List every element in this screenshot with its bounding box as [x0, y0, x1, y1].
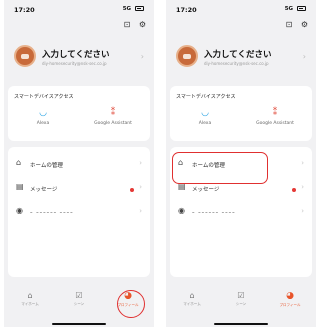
scan-icon[interactable]: ⊡	[124, 20, 131, 29]
profile-name: 入力してください	[42, 50, 110, 60]
tab-label: マイホーム	[183, 302, 201, 306]
tab-label: シーン	[73, 302, 85, 306]
scan-icon[interactable]: ⊡	[286, 20, 293, 29]
chevron-right-icon: ›	[139, 183, 142, 191]
alexa-icon: ◡	[39, 108, 47, 118]
eye-icon: ◉	[178, 206, 185, 215]
profile-tab-highlight-circle	[117, 290, 145, 318]
home-tab-icon: ⌂	[27, 291, 33, 300]
scene-tab-icon: ☑	[237, 291, 245, 300]
top-icons: ⊡ ⚙	[280, 20, 308, 29]
google-assistant-label: Google Assistant	[94, 121, 132, 126]
status-bar: 17:20 5G	[174, 4, 308, 16]
unread-dot	[292, 188, 296, 192]
status-signal: 5G	[285, 6, 306, 12]
google-assistant-item[interactable]: ⁑ Google Assistant	[88, 108, 138, 126]
scene-tab-icon: ☑	[75, 291, 83, 300]
settings-icon[interactable]: ⚙	[139, 20, 146, 29]
chevron-right-icon: ›	[139, 207, 142, 215]
alexa-label: Alexa	[36, 121, 50, 126]
phone-screen-right: 17:20 5G ⊡ ⚙ 入力してください diy-homesecurity@n…	[166, 0, 316, 327]
status-bar: 17:20 5G	[12, 4, 146, 16]
home-icon: ⌂	[16, 158, 22, 167]
menu-item-label: ｰ ｰｰｰｰｰｰ ｰｰｰｰ	[30, 210, 74, 216]
tab-label: シーン	[235, 302, 247, 306]
tab-profile[interactable]: ◕ プロフィール	[270, 291, 310, 308]
card-title: スマートデバイスアクセス	[14, 94, 74, 100]
profile-header[interactable]: 入力してください diy-homesecurity@nsk-sec.co.jp …	[14, 42, 146, 72]
chevron-right-icon: ›	[139, 159, 142, 167]
message-icon: ▤	[16, 182, 24, 191]
signal-label: 5G	[284, 6, 294, 12]
home-tab-icon: ⌂	[189, 291, 195, 300]
menu-card: ⌂ ホームの管理 › ▤ メッセージ › ◉ ｰ ｰｰｰｰｰｰ ｰｰｰｰ ›	[8, 147, 150, 277]
signal-label: 5G	[122, 6, 132, 12]
menu-item-label: メッセージ	[30, 187, 58, 193]
tab-bar: ⌂ マイホーム ☑ シーン ◕ プロフィール	[166, 291, 316, 317]
chevron-right-icon: ›	[301, 183, 304, 191]
tab-scene[interactable]: ☑ シーン	[59, 291, 99, 307]
tab-home[interactable]: ⌂ マイホーム	[10, 291, 50, 307]
tab-label: プロフィール	[279, 303, 301, 307]
tab-scene[interactable]: ☑ シーン	[221, 291, 261, 307]
profile-email: diy-homesecurity@nsk-sec.co.jp	[42, 61, 107, 66]
top-icons: ⊡ ⚙	[118, 20, 146, 29]
avatar	[176, 45, 198, 67]
menu-item-messages[interactable]: ▤ メッセージ ›	[8, 177, 150, 201]
menu-item-label: メッセージ	[192, 187, 220, 193]
home-management-highlight-box	[172, 152, 268, 184]
battery-icon	[135, 6, 144, 11]
tab-label: マイホーム	[21, 302, 39, 306]
google-assistant-icon: ⁑	[272, 108, 278, 118]
profile-email: diy-homesecurity@nsk-sec.co.jp	[204, 61, 269, 66]
profile-tab-icon: ◕	[286, 291, 294, 301]
status-time: 17:20	[176, 6, 197, 14]
home-indicator	[52, 322, 106, 325]
chevron-right-icon: ›	[301, 207, 304, 215]
alexa-label: Alexa	[198, 121, 212, 126]
smart-device-access-card: スマートデバイスアクセス ◡ Alexa ⁑ Google Assistant	[170, 86, 312, 141]
menu-item-label: ホームの管理	[30, 163, 63, 169]
home-indicator	[214, 322, 268, 325]
chevron-right-icon: ›	[301, 159, 304, 167]
card-title: スマートデバイスアクセス	[176, 94, 236, 100]
tab-home[interactable]: ⌂ マイホーム	[172, 291, 212, 307]
phone-screen-left: 17:20 5G ⊡ ⚙ 入力してください diy-homesecurity@n…	[4, 0, 154, 327]
eye-icon: ◉	[16, 206, 23, 215]
menu-item-label: ｰ ｰｰｰｰｰｰ ｰｰｰｰ	[192, 210, 236, 216]
smart-device-access-card: スマートデバイスアクセス ◡ Alexa ⁑ Google Assistant	[8, 86, 150, 141]
profile-name: 入力してください	[204, 50, 272, 60]
unread-dot	[130, 188, 134, 192]
google-assistant-label: Google Assistant	[256, 121, 294, 126]
menu-item-other[interactable]: ◉ ｰ ｰｰｰｰｰｰ ｰｰｰｰ ›	[8, 201, 150, 225]
avatar	[14, 45, 36, 67]
alexa-icon: ◡	[201, 108, 209, 118]
chevron-right-icon: ›	[140, 52, 144, 61]
alexa-item[interactable]: ◡ Alexa	[180, 108, 230, 126]
status-time: 17:20	[14, 6, 35, 14]
menu-item-other[interactable]: ◉ ｰ ｰｰｰｰｰｰ ｰｰｰｰ ›	[170, 201, 312, 225]
google-assistant-icon: ⁑	[110, 108, 116, 118]
status-signal: 5G	[123, 6, 144, 12]
battery-icon	[297, 6, 306, 11]
alexa-item[interactable]: ◡ Alexa	[18, 108, 68, 126]
menu-item-home-management[interactable]: ⌂ ホームの管理 ›	[8, 153, 150, 177]
settings-icon[interactable]: ⚙	[301, 20, 308, 29]
google-assistant-item[interactable]: ⁑ Google Assistant	[250, 108, 300, 126]
profile-header[interactable]: 入力してください diy-homesecurity@nsk-sec.co.jp …	[176, 42, 308, 72]
chevron-right-icon: ›	[302, 52, 306, 61]
